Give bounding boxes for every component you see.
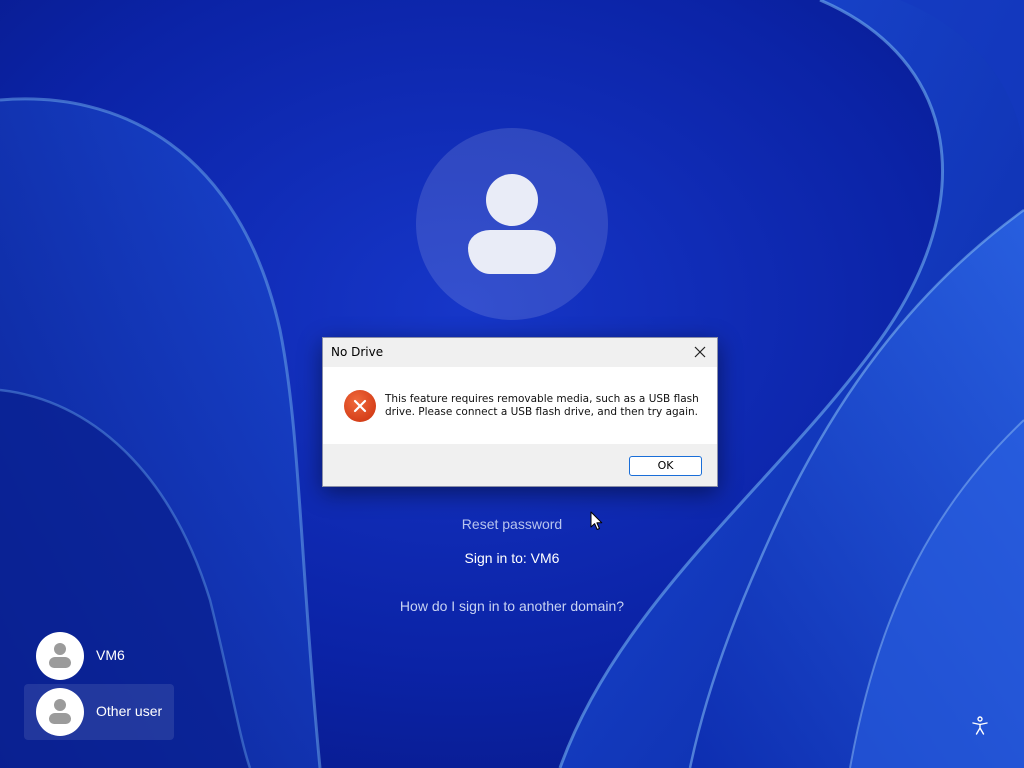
ease-of-access-icon[interactable] <box>968 714 992 738</box>
no-drive-dialog: No Drive This feature requires removable… <box>322 337 718 487</box>
avatar-body <box>49 657 71 668</box>
user-avatar-large <box>416 128 608 320</box>
ok-button[interactable]: OK <box>629 456 702 476</box>
avatar-head <box>54 643 66 655</box>
lock-screen: No Drive This feature requires removable… <box>0 0 1024 768</box>
user-item-other-user[interactable]: Other user <box>24 684 174 740</box>
error-icon <box>344 390 376 422</box>
avatar-body <box>468 230 556 274</box>
sign-in-to-text: Sign in to: VM6 <box>464 550 560 566</box>
avatar-head <box>54 699 66 711</box>
dialog-titlebar: No Drive <box>323 338 717 366</box>
dialog-footer: OK <box>323 444 717 486</box>
reset-password-link[interactable]: Reset password <box>0 516 1024 532</box>
avatar-body <box>49 713 71 724</box>
other-domain-link[interactable]: How do I sign in to another domain? <box>0 598 1024 614</box>
avatar-head <box>486 174 538 226</box>
dialog-title: No Drive <box>331 345 384 359</box>
dialog-body: This feature requires removable media, s… <box>323 367 717 444</box>
close-icon[interactable] <box>689 341 711 363</box>
user-avatar <box>36 688 84 736</box>
user-name: VM6 <box>96 647 125 663</box>
user-item-vm6[interactable]: VM6 <box>24 628 174 684</box>
dialog-message: This feature requires removable media, s… <box>385 393 699 418</box>
mouse-cursor-icon <box>590 511 604 531</box>
user-avatar <box>36 632 84 680</box>
user-name: Other user <box>96 703 163 719</box>
